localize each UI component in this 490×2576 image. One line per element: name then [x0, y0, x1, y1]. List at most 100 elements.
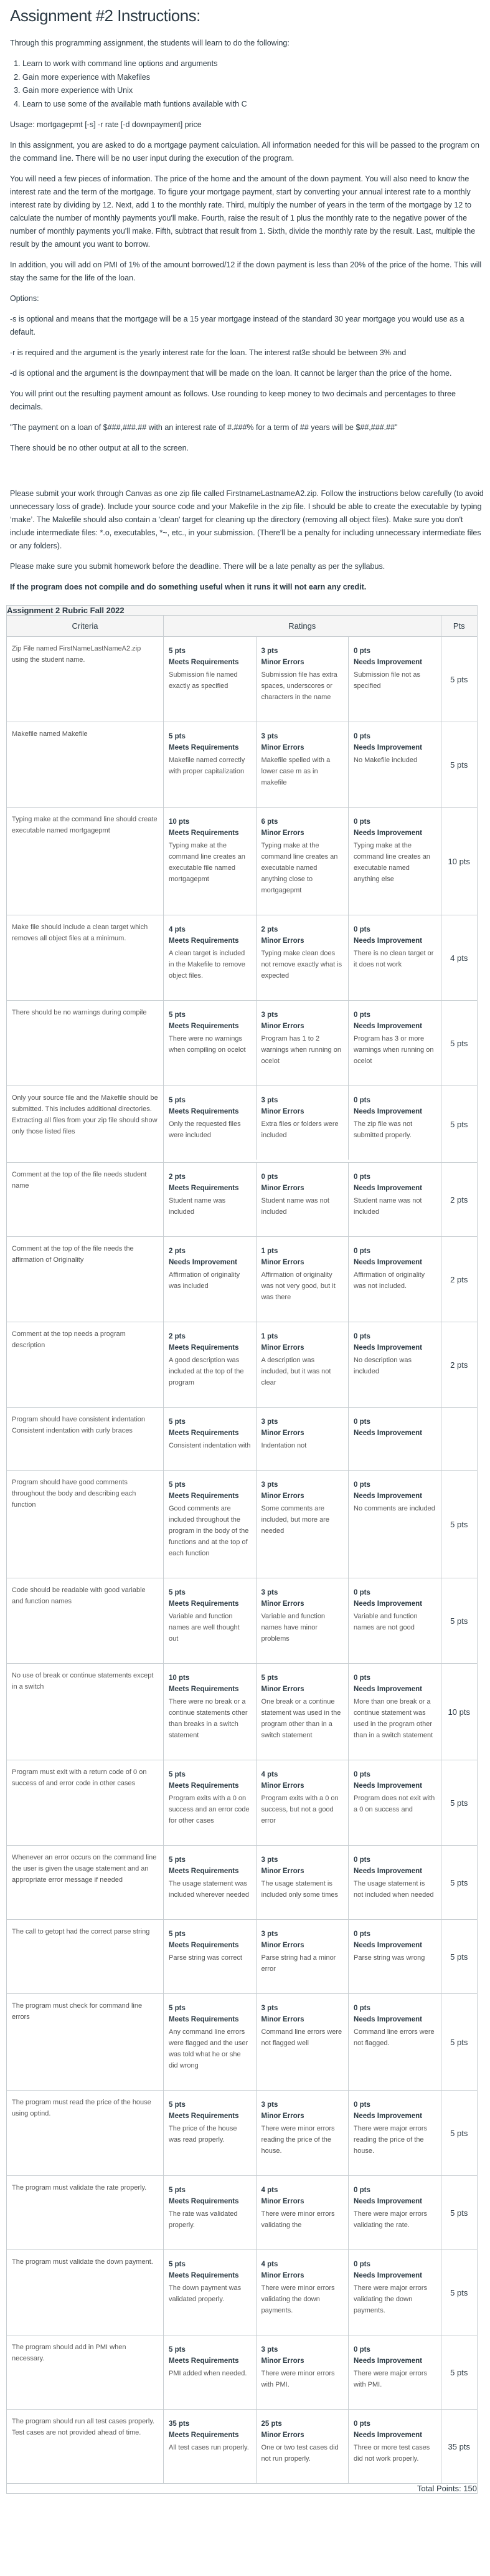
criterion-points — [440, 1407, 478, 1471]
ratings-cell: 5 pts Meets Requirements Only the requeste… — [163, 1085, 441, 1163]
rating-option: 4 pts Minor Errors There were minor errors… — [255, 2176, 349, 2249]
rating-description: Command line errors were not flagged. — [354, 2028, 435, 2047]
rating-option: 0 pts Needs Improvement Program does not e… — [348, 1760, 441, 1845]
rating-label: Meets Requirements — [169, 2431, 239, 2439]
rating-label: Needs Improvement — [354, 2272, 422, 2279]
rating-description: Makefile spelled with a lower case m as … — [261, 756, 331, 786]
rating-description: There were major errors validating the r… — [354, 2210, 428, 2229]
rating-label: Needs Improvement — [169, 1259, 237, 1266]
rating-points: 2 pts — [169, 1173, 186, 1181]
rating-label: Minor Errors — [261, 1686, 304, 1693]
rating-points: 0 pts — [354, 1930, 370, 1938]
rating-option: 3 pts Minor Errors Makefile spelled with a… — [255, 722, 349, 807]
rating-option: 4 pts Meets Requirements A clean target is… — [164, 915, 256, 1000]
ratings-cell: 5 pts Meets Requirements There were no war… — [163, 1000, 441, 1086]
rating-option: 3 pts Minor Errors Program has 1 to 2 warn… — [255, 1001, 349, 1085]
rating-label: Minor Errors — [261, 1344, 304, 1352]
rating-option: 10 pts Meets Requirements There were no br… — [164, 1664, 256, 1760]
criterion-description: Comment at the top needs a program descr… — [6, 1322, 164, 1408]
rating-label: Minor Errors — [261, 1868, 304, 1875]
rating-option: 0 pts Needs Improvement Command line error… — [348, 1994, 441, 2090]
rating-points: 0 pts — [354, 1481, 370, 1489]
rating-points: 4 pts — [169, 926, 186, 933]
rating-description: The usage statement was included whereve… — [169, 1880, 250, 1899]
criterion-points: 5 pts — [440, 1000, 478, 1086]
rating-points: 5 pts — [169, 1418, 186, 1426]
rating-description: Affirmation of originality was not very … — [261, 1271, 336, 1301]
criterion-description: Typing make at the command line should c… — [6, 807, 164, 915]
criterion-points: 5 pts — [440, 1085, 478, 1163]
rating-description: There were major errors reading the pric… — [354, 2125, 428, 2155]
rubric-row: The program must validate the down payme… — [6, 2249, 478, 2335]
rating-points: 3 pts — [261, 1930, 278, 1938]
rating-option: 3 pts Minor Errors Indentation not — [255, 1408, 349, 1470]
rating-option: 0 pts Needs Improvement The usage statemen… — [348, 1846, 441, 1919]
ratings-cell: 5 pts Meets Requirements The down payment … — [163, 2249, 441, 2335]
rating-points: 0 pts — [354, 733, 370, 740]
criterion-description: There should be no warnings during compi… — [6, 1000, 164, 1086]
criterion-description: Comment at the top of the file needs stu… — [6, 1162, 164, 1237]
criterion-points: 5 pts — [440, 1760, 478, 1846]
criterion-description: Whenever an error occurs on the command … — [6, 1845, 164, 1920]
rating-label: Meets Requirements — [169, 2272, 239, 2279]
rating-description: There were major errors with PMI. — [354, 2370, 428, 2388]
rating-description: Parse string had a minor error — [261, 1954, 336, 1973]
rating-description: Only the requested files were included — [169, 1120, 241, 1139]
rating-option: 0 pts Needs Improvement No description was… — [348, 1322, 441, 1407]
rating-description: Program has 1 to 2 warnings when running… — [261, 1035, 341, 1065]
deadline-text: Please make sure you submit homework bef… — [10, 562, 385, 571]
rating-option: 0 pts Minor Errors Student name was not in… — [255, 1163, 349, 1236]
warning-text: If the program does not compile and do s… — [10, 583, 367, 591]
ratings-cell: 5 pts Meets Requirements The usage stateme… — [163, 1845, 441, 1920]
ratings-cell: 5 pts Meets Requirements Program exits wit… — [163, 1760, 441, 1846]
paragraph: There should be no other output at all t… — [10, 444, 189, 452]
rating-option: 5 pts Meets Requirements Program exits wit… — [164, 1760, 256, 1845]
criterion-points: 5 pts — [440, 1470, 478, 1578]
rating-label: Meets Requirements — [169, 2357, 239, 2365]
rating-points: 3 pts — [261, 2101, 278, 2109]
rating-option: 0 pts Needs Improvement No Makefile includ… — [348, 722, 441, 807]
criterion-points: 2 pts — [440, 1162, 478, 1237]
rating-points: 5 pts — [169, 647, 186, 655]
rating-points: 5 pts — [169, 1097, 186, 1104]
rating-option: 5 pts Meets Requirements The usage stateme… — [164, 1846, 256, 1919]
rating-description: The down payment was validated properly. — [169, 2284, 242, 2303]
criterion-points: 10 pts — [440, 1663, 478, 1760]
rubric-row: Only your source file and the Makefile s… — [6, 1085, 478, 1163]
rating-description: A description was included, but it was n… — [261, 1357, 331, 1386]
criterion-description: Makefile named Makefile — [6, 722, 164, 808]
criterion-description: The program should run all test cases pr… — [6, 2409, 164, 2484]
objective-item: Learn to work with command line options … — [22, 57, 484, 71]
rating-points: 5 pts — [169, 1481, 186, 1489]
rating-description: Typing make clean does not remove exactl… — [261, 950, 342, 980]
rating-points: 2 pts — [169, 1247, 186, 1255]
criterion-points: 5 pts — [440, 2175, 478, 2250]
options-heading: Options: — [10, 294, 39, 303]
rating-label: Meets Requirements — [169, 659, 239, 666]
ratings-cell: 5 pts Meets Requirements Parse string was … — [163, 1919, 441, 1994]
rating-points: 1 pts — [261, 1247, 278, 1255]
rating-description: There is no clean target or it does not … — [354, 950, 434, 968]
ratings-cell: 35 pts Meets Requirements All test cases r… — [163, 2409, 441, 2484]
rating-description: PMI added when needed. — [169, 2370, 247, 2377]
rating-points: 0 pts — [354, 1418, 370, 1426]
rating-description: There were minor errors validating the d… — [261, 2284, 335, 2314]
criterion-description: Zip File named FirstNameLastNameA2.zip u… — [6, 636, 164, 722]
rating-label: Minor Errors — [261, 829, 304, 837]
ratings-cell: 5 pts Meets Requirements Consistent indent… — [163, 1407, 441, 1471]
rating-option: 5 pts Meets Requirements Good comments are… — [164, 1471, 256, 1578]
rating-label: Minor Errors — [261, 2357, 304, 2365]
rating-description: Affirmation of originality was included — [169, 1271, 240, 1290]
rating-label: Needs Improvement — [354, 1686, 422, 1693]
rating-description: Consistent indentation with — [169, 1442, 251, 1449]
rubric-row: Zip File named FirstNameLastNameA2.zip u… — [6, 636, 478, 722]
rating-label: Meets Requirements — [169, 1023, 239, 1030]
rubric-row: Program must exit with a return code of … — [6, 1760, 478, 1846]
rubric-row: There should be no warnings during compi… — [6, 1000, 478, 1086]
rating-label: Minor Errors — [261, 1259, 304, 1266]
rating-label: Meets Requirements — [169, 1600, 239, 1608]
rating-option: 0 pts Needs Improvement Submission file no… — [348, 637, 441, 722]
rating-option: 5 pts Meets Requirements Any command line … — [164, 1994, 256, 2090]
rating-description: Program has 3 or more warnings when runn… — [354, 1035, 434, 1065]
criterion-description: Program should have consistent indentati… — [6, 1407, 164, 1471]
